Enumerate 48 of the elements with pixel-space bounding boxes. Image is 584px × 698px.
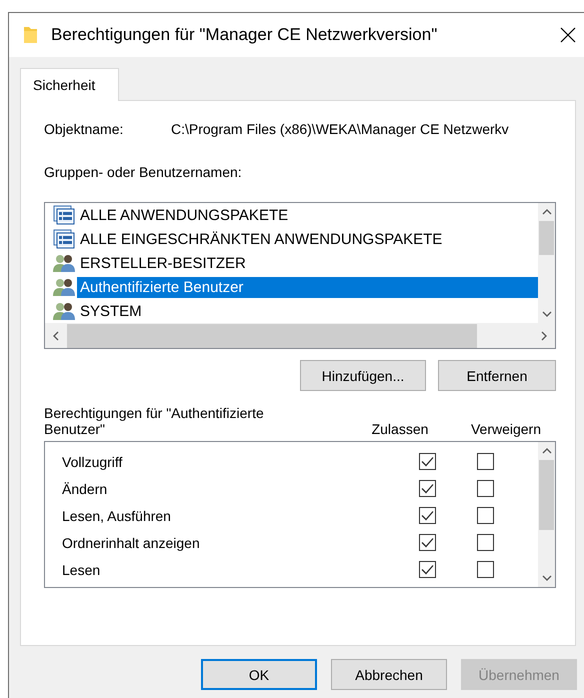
column-header: Verweigern — [470, 421, 542, 437]
close-icon — [560, 27, 576, 43]
group-item[interactable]: ALLE EINGESCHRÄNKTEN ANWENDUNGSPAKETE — [77, 228, 538, 250]
app-package-icon — [53, 229, 75, 249]
group-item[interactable]: SYSTEM — [77, 300, 538, 322]
group-item[interactable]: Authentifizierte Benutzer — [77, 276, 538, 298]
users-icon — [53, 277, 75, 297]
checkbox[interactable] — [419, 507, 436, 524]
checkbox[interactable] — [477, 561, 494, 578]
group-item[interactable]: ERSTELLER-BESITZER — [77, 252, 538, 274]
object-name-value: C:\Program Files (x86)\WEKA\Manager CE Netzwerkv — [171, 121, 509, 139]
dialog-button[interactable]: Abbrechen — [331, 659, 447, 690]
checkbox[interactable] — [419, 534, 436, 551]
dialog-button[interactable]: OK — [201, 659, 317, 690]
checkbox[interactable] — [419, 561, 436, 578]
horizontal-scrollbar[interactable] — [45, 323, 555, 348]
group-item[interactable]: ALLE ANWENDUNGSPAKETE — [77, 204, 538, 226]
permission-name: Ändern — [61, 480, 108, 496]
vertical-scrollbar[interactable] — [538, 442, 555, 587]
permissions-label: Berechtigungen für "Authentifizierte Benutzer" — [44, 405, 265, 437]
checkbox[interactable] — [477, 534, 494, 551]
permission-name: Lesen, Ausführen — [61, 508, 172, 524]
scroll-left-icon[interactable] — [51, 330, 61, 340]
permission-name: Lesen — [61, 562, 102, 578]
folder-icon — [24, 26, 37, 44]
vertical-scrollbar[interactable] — [538, 203, 555, 323]
add-button[interactable]: Hinzufügen... — [300, 360, 426, 391]
window-title: Berechtigungen für "Manager CE Netzwerkversion" — [51, 25, 438, 45]
app-package-icon — [53, 205, 75, 225]
scroll-down-icon[interactable] — [542, 309, 552, 319]
scroll-up-icon[interactable] — [542, 446, 552, 456]
tab[interactable]: Sicherheit — [20, 68, 119, 101]
scroll-right-icon[interactable] — [539, 330, 549, 340]
scroll-up-icon[interactable] — [542, 207, 552, 217]
object-name-label: Objektname: — [44, 121, 124, 139]
scroll-down-icon[interactable] — [542, 573, 552, 583]
column-header: Zulassen — [370, 421, 430, 437]
permission-name: Vollzugriff — [61, 454, 124, 470]
checkbox[interactable] — [477, 480, 494, 497]
checkbox[interactable] — [477, 453, 494, 470]
checkbox[interactable] — [477, 507, 494, 524]
permission-name: Ordnerinhalt anzeigen — [61, 534, 201, 550]
users-icon — [53, 253, 75, 273]
checkbox[interactable] — [419, 480, 436, 497]
checkbox[interactable] — [419, 453, 436, 470]
remove-button[interactable]: Entfernen — [438, 360, 556, 391]
users-icon — [53, 301, 75, 321]
groups-label: Gruppen- oder Benutzernamen: — [44, 164, 243, 180]
